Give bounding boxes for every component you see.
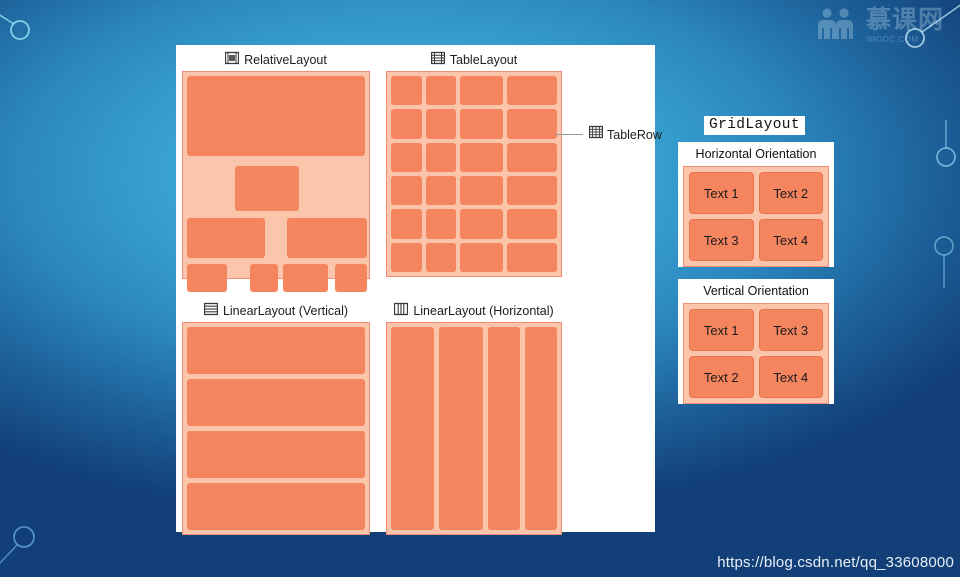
grid-cell[interactable]: Text 2: [689, 356, 754, 398]
relative-child-block: [287, 218, 367, 258]
grid-cell[interactable]: Text 1: [689, 172, 754, 214]
circuit-decoration-right-lower: [914, 232, 960, 312]
table-cell: [425, 142, 457, 172]
relative-child-block: [187, 264, 227, 292]
table-cell: [506, 242, 557, 272]
table-layout-container: [386, 71, 562, 277]
table-cell: [391, 109, 422, 139]
relative-child-block: [335, 264, 367, 292]
horizontal-orientation-grid: Text 1 Text 2 Text 3 Text 4: [689, 172, 823, 261]
table-cell: [425, 209, 457, 239]
grid-cell[interactable]: Text 2: [758, 172, 823, 214]
linear-vertical-title: LinearLayout (Vertical): [222, 304, 349, 318]
table-cell: [506, 142, 557, 172]
linear-horizontal-header: LinearLayout (Horizontal): [394, 300, 554, 322]
linear-child-block: [187, 483, 365, 530]
callout-leader-line: [555, 134, 583, 135]
table-cell: [460, 142, 503, 172]
table-cell: [391, 142, 422, 172]
brand-watermark: 慕课网 IMOOC.COM: [815, 6, 944, 45]
table-cell: [460, 109, 503, 139]
table-row-label: TableRow: [607, 127, 662, 142]
two-figures-logo-icon: [815, 6, 857, 45]
linear-child-block: [187, 379, 365, 426]
table-cell: [460, 209, 503, 239]
relative-layout-container: [182, 71, 370, 292]
table-cell: [391, 242, 422, 272]
table-cell: [506, 176, 557, 206]
table-layout-title: TableLayout: [449, 53, 518, 67]
linear-child-block: [187, 431, 365, 478]
card-vertical-orientation: Vertical Orientation Text 1 Text 3 Text …: [678, 279, 834, 404]
linear-vertical-icon: [203, 302, 219, 321]
horizontal-orientation-container: Text 1 Text 2 Text 3 Text 4: [683, 166, 829, 267]
grid-cell[interactable]: Text 1: [689, 309, 754, 351]
table-cell: [425, 176, 457, 206]
table-layout-icon: [430, 51, 445, 70]
table-cell: [425, 76, 457, 106]
table-layout-grid: [391, 76, 557, 272]
grid-cell[interactable]: Text 4: [758, 219, 823, 261]
table-cell: [425, 242, 457, 272]
circuit-decoration-right-upper: [916, 120, 960, 210]
horizontal-orientation-title: Horizontal Orientation: [695, 147, 817, 161]
panel-linear-layout-horizontal: LinearLayout (Horizontal): [374, 300, 574, 535]
relative-layout-header: RelativeLayout: [224, 49, 327, 71]
circuit-decoration-top-left: [0, 0, 86, 104]
table-cell: [460, 242, 503, 272]
vertical-orientation-grid: Text 1 Text 3 Text 2 Text 4: [689, 309, 823, 398]
linear-child-block: [524, 327, 557, 530]
table-cell: [391, 209, 422, 239]
panel-table-layout: TableLayout: [374, 49, 574, 277]
linear-vertical-container: [182, 322, 370, 535]
card-horizontal-orientation: Horizontal Orientation Text 1 Text 2 Tex…: [678, 142, 834, 267]
linear-horizontal-row: [391, 327, 557, 530]
linear-child-block: [487, 327, 520, 530]
table-cell: [460, 176, 503, 206]
table-cell: [425, 109, 457, 139]
grid-cell[interactable]: Text 3: [758, 309, 823, 351]
grid-layout-heading: GridLayout: [704, 116, 806, 135]
relative-child-block: [250, 264, 278, 292]
table-row-icon: [588, 125, 604, 144]
vertical-orientation-title: Vertical Orientation: [703, 284, 809, 298]
watermark-brand-cn: 慕课网: [865, 5, 944, 34]
linear-horizontal-container: [386, 322, 562, 535]
table-cell: [460, 76, 503, 106]
grid-cell[interactable]: Text 3: [689, 219, 754, 261]
table-cell: [506, 109, 557, 139]
linear-child-block: [391, 327, 435, 530]
relative-child-block: [235, 166, 299, 211]
circuit-decoration-bottom-left: [0, 512, 98, 577]
table-cell: [506, 209, 557, 239]
panel-relative-layout: RelativeLayout: [178, 49, 374, 292]
table-cell: [391, 76, 422, 106]
footer-source-url: https://blog.csdn.net/qq_33608000: [717, 554, 954, 571]
panel-linear-layout-vertical: LinearLayout (Vertical): [178, 300, 374, 535]
table-row-callout: TableRow: [555, 125, 662, 144]
linear-vertical-stack: [187, 327, 365, 530]
relative-child-block: [187, 218, 265, 258]
relative-layout-icon: [224, 51, 240, 70]
grid-cell[interactable]: Text 4: [758, 356, 823, 398]
relative-child-block: [187, 76, 365, 156]
watermark-brand-en: IMOOC.COM: [865, 34, 919, 44]
table-cell: [391, 176, 422, 206]
vertical-orientation-container: Text 1 Text 3 Text 2 Text 4: [683, 303, 829, 404]
relative-child-block: [283, 264, 328, 292]
table-cell: [506, 76, 557, 106]
linear-horizontal-title: LinearLayout (Horizontal): [413, 304, 554, 318]
linear-child-block: [439, 327, 483, 530]
linear-child-block: [187, 327, 365, 374]
grid-layout-section: GridLayout Horizontal Orientation Text 1…: [678, 115, 834, 410]
linear-vertical-header: LinearLayout (Vertical): [203, 300, 349, 322]
relative-layout-title: RelativeLayout: [244, 53, 327, 67]
linear-horizontal-icon: [394, 302, 409, 321]
diagram-slide-panel: RelativeLayout TableLayout TableRow Line…: [176, 45, 662, 535]
table-layout-header: TableLayout: [430, 49, 518, 71]
